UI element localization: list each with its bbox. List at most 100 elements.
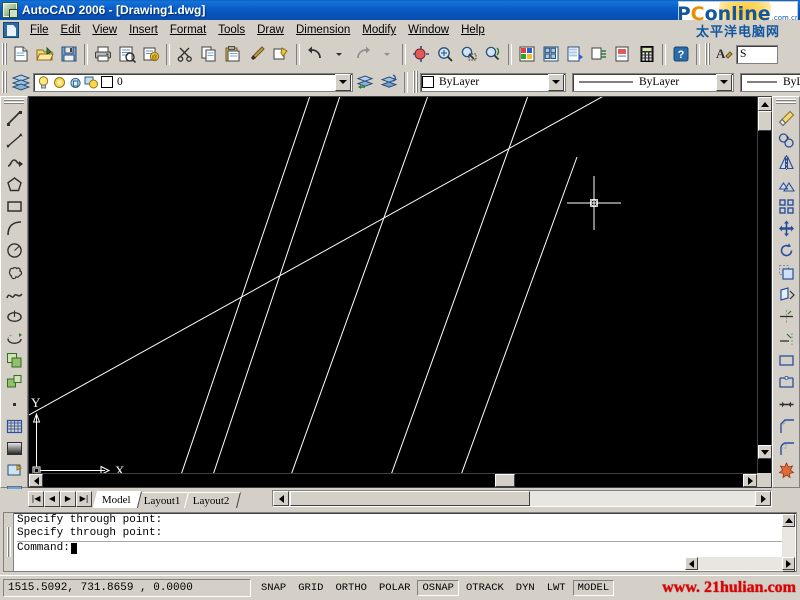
menu-help[interactable]: Help	[455, 22, 491, 38]
scroll-left-button[interactable]	[29, 474, 43, 487]
styles-toolbar-grip[interactable]	[704, 43, 711, 65]
chamfer-icon[interactable]	[774, 415, 798, 437]
command-text-area[interactable]: Specify through point: Specify through p…	[14, 513, 796, 571]
text-style-combo[interactable]: S	[736, 44, 778, 64]
text-style-icon[interactable]: A	[712, 43, 736, 66]
mirror-icon[interactable]	[774, 151, 798, 173]
status-toggle-grid[interactable]: GRID	[293, 580, 329, 596]
markup-set-manager-icon[interactable]	[611, 43, 635, 66]
lineweight-combo[interactable]: ByLayer	[740, 72, 800, 92]
construction-line-icon[interactable]	[2, 129, 26, 151]
status-toggle-lwt[interactable]: LWT	[541, 580, 571, 596]
command-prompt-line[interactable]: Command:	[17, 542, 794, 555]
properties-toolbar-grip[interactable]	[412, 71, 419, 93]
line-icon[interactable]	[2, 107, 26, 129]
toolbar-grip[interactable]	[1, 43, 8, 65]
status-toggle-osnap[interactable]: OSNAP	[417, 580, 459, 596]
rotate-icon[interactable]	[774, 239, 798, 261]
gradient-icon[interactable]	[2, 437, 26, 459]
properties-palette-icon[interactable]	[515, 43, 539, 66]
quick-calc-icon[interactable]	[635, 43, 659, 66]
new-icon[interactable]	[9, 43, 33, 66]
scroll-up-button[interactable]	[758, 97, 772, 111]
layers-toolbar-grip[interactable]	[1, 71, 8, 93]
circle-icon[interactable]	[2, 239, 26, 261]
horizontal-scroll-thumb[interactable]	[495, 474, 515, 487]
zoom-previous-icon[interactable]	[481, 43, 505, 66]
polygon-icon[interactable]	[2, 173, 26, 195]
paste-clipboard-icon[interactable]	[221, 43, 245, 66]
arc-icon[interactable]	[2, 217, 26, 239]
layer-previous-icon[interactable]	[377, 71, 401, 94]
document-control-icon[interactable]	[3, 22, 19, 38]
redo-arrow-icon[interactable]	[351, 43, 375, 66]
modify-toolbar-grip[interactable]	[776, 98, 796, 105]
copy-object-icon[interactable]	[774, 129, 798, 151]
array-icon[interactable]	[774, 195, 798, 217]
command-scroll-left-button[interactable]	[685, 557, 698, 570]
fillet-icon[interactable]	[774, 437, 798, 459]
menu-file[interactable]: File	[24, 22, 55, 38]
status-toggle-otrack[interactable]: OTRACK	[460, 580, 509, 596]
coordinate-display[interactable]: 1515.5092, 731.8659 , 0.0000	[3, 579, 251, 597]
menu-view[interactable]: View	[86, 22, 123, 38]
join-icon[interactable]	[774, 393, 798, 415]
menu-window[interactable]: Window	[402, 22, 455, 38]
status-toggle-model[interactable]: MODEL	[572, 580, 615, 596]
ellipse-arc-icon[interactable]	[2, 327, 26, 349]
designcenter-icon[interactable]	[539, 43, 563, 66]
tabbar-scroll-thumb[interactable]	[290, 491, 530, 506]
trim-icon[interactable]	[774, 305, 798, 327]
color-combo-chevron-down-icon[interactable]	[548, 73, 564, 91]
undo-dropdown-arrow-icon[interactable]	[327, 43, 351, 66]
copy-icon[interactable]	[197, 43, 221, 66]
open-folder-icon[interactable]	[33, 43, 57, 66]
help-question-icon[interactable]: ?	[669, 43, 693, 66]
print-icon[interactable]	[91, 43, 115, 66]
tab-layout2[interactable]: Layout2	[184, 492, 242, 508]
menu-edit[interactable]: Edit	[55, 22, 87, 38]
menu-dimension[interactable]: Dimension	[290, 22, 356, 38]
menu-draw[interactable]: Draw	[251, 22, 290, 38]
point-icon[interactable]	[2, 393, 26, 415]
zoom-window-icon[interactable]	[457, 43, 481, 66]
color-combo[interactable]: ByLayer	[420, 72, 566, 92]
revision-cloud-icon[interactable]	[2, 261, 26, 283]
break-at-point-icon[interactable]	[774, 349, 798, 371]
hatch-icon[interactable]	[2, 415, 26, 437]
ellipse-icon[interactable]	[2, 305, 26, 327]
cut-scissors-icon[interactable]	[173, 43, 197, 66]
insert-block-icon[interactable]	[2, 349, 26, 371]
zoom-realtime-icon[interactable]	[433, 43, 457, 66]
vertical-scrollbar[interactable]	[757, 97, 772, 473]
erase-icon[interactable]	[774, 107, 798, 129]
status-toggle-ortho[interactable]: ORTHO	[330, 580, 372, 596]
rectangle-icon[interactable]	[2, 195, 26, 217]
model-space-canvas[interactable]: X Y	[29, 97, 757, 473]
layer-state-icons[interactable]	[34, 75, 115, 90]
command-scroll-right-button[interactable]	[782, 557, 795, 570]
break-icon[interactable]	[774, 371, 798, 393]
scroll-down-button[interactable]	[758, 445, 772, 459]
save-icon[interactable]	[57, 43, 81, 66]
command-scroll-up-button[interactable]	[782, 514, 795, 527]
vertical-scroll-thumb[interactable]	[758, 111, 772, 131]
linetype-combo-chevron-down-icon[interactable]	[716, 73, 732, 91]
command-horizontal-scrollbar[interactable]	[685, 557, 795, 570]
scroll-right-button[interactable]	[743, 474, 757, 487]
spline-icon[interactable]	[2, 283, 26, 305]
make-object-layer-current-icon[interactable]	[353, 71, 377, 94]
menu-tools[interactable]: Tools	[212, 22, 251, 38]
redo-dropdown-arrow-icon[interactable]	[375, 43, 399, 66]
layout-tab-scrollbar[interactable]	[272, 490, 772, 507]
command-window-grip[interactable]	[4, 513, 14, 571]
tool-palettes-icon[interactable]	[563, 43, 587, 66]
layer-properties-manager-icon[interactable]	[9, 71, 33, 94]
status-toggle-polar[interactable]: POLAR	[373, 580, 416, 596]
tabbar-scroll-right-button[interactable]	[755, 491, 771, 506]
layer-combo[interactable]: 0	[33, 72, 353, 92]
polyline-icon[interactable]	[2, 151, 26, 173]
block-editor-icon[interactable]	[269, 43, 293, 66]
menu-insert[interactable]: Insert	[123, 22, 164, 38]
sheet-set-manager-icon[interactable]	[587, 43, 611, 66]
